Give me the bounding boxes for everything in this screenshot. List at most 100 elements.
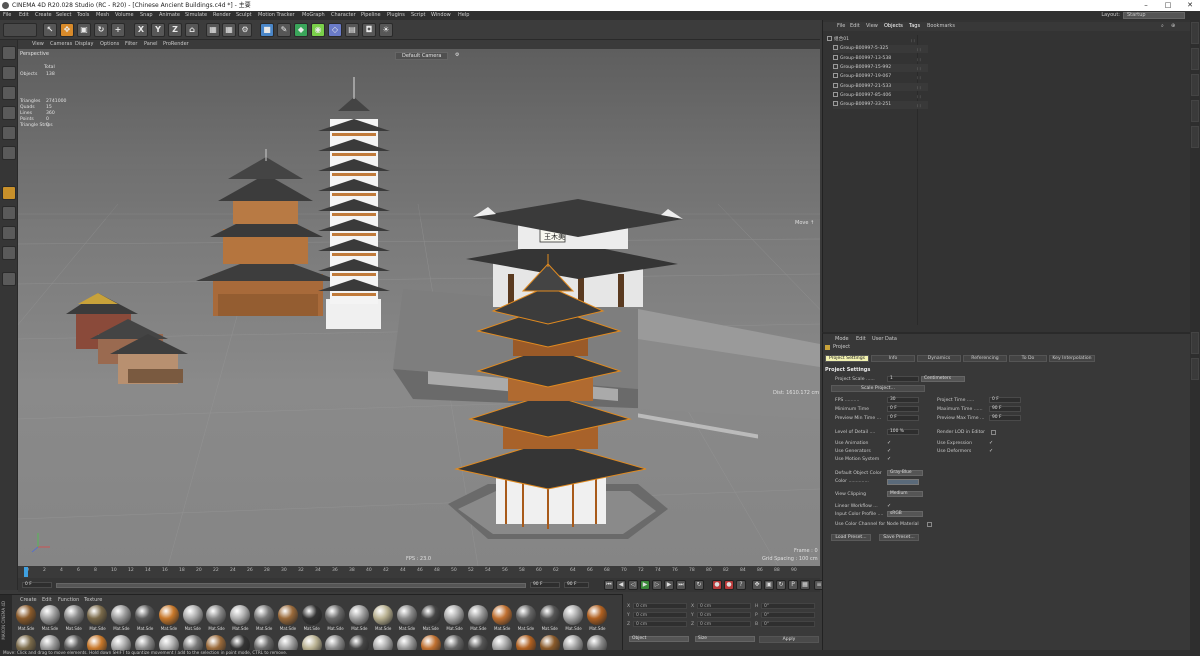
menu-animate[interactable]: Animate <box>159 11 180 20</box>
menu-plugins[interactable]: Plugins <box>387 11 405 20</box>
apply-button[interactable]: Apply <box>759 636 819 643</box>
menu-character[interactable]: Character <box>331 11 356 20</box>
viewport-menu-panel[interactable]: Panel <box>144 40 158 49</box>
record-icon[interactable]: ● <box>712 580 722 590</box>
coord-value-field[interactable]: 0° <box>761 603 815 609</box>
view-clipping-select[interactable]: Medium <box>887 491 923 497</box>
range-slider[interactable] <box>56 583 526 588</box>
material-swatch[interactable] <box>396 605 417 625</box>
axis-x-button[interactable]: X <box>134 23 148 37</box>
end2-frame-field[interactable]: 90 F <box>564 582 589 588</box>
mat-menu-function[interactable]: Function <box>58 597 79 603</box>
menu-volume[interactable]: Volume <box>115 11 134 20</box>
object-row[interactable]: Group-B00997-5-325 ⁝ ⁝ <box>833 45 928 54</box>
material-swatch[interactable] <box>230 605 251 625</box>
max-time-field[interactable]: 90 F <box>989 406 1021 412</box>
coord-value-field[interactable]: 0 cm <box>697 603 751 609</box>
object-row[interactable]: Group-B00997-19-067 ⁝ ⁝ <box>833 73 928 81</box>
visibility-dots-icon[interactable]: ⁝ ⁝ <box>917 74 921 82</box>
menu-help[interactable]: Help <box>458 11 469 20</box>
timeline-ruler[interactable]: 0246810121416182022242628303234363840424… <box>18 566 820 578</box>
tab-dynamics[interactable]: Dynamics <box>917 355 961 362</box>
texture-mode-icon[interactable] <box>2 86 16 100</box>
light-icon[interactable]: ☀ <box>379 23 393 37</box>
material-swatch[interactable] <box>325 605 346 625</box>
use-expression-checkbox[interactable]: ✓ <box>989 440 993 446</box>
material-swatch[interactable] <box>63 605 84 625</box>
key-param-icon[interactable]: P <box>788 580 798 590</box>
input-profile-select[interactable]: sRGB <box>887 511 923 517</box>
preview-min-field[interactable]: 0 F <box>887 415 919 421</box>
visibility-dots-icon[interactable]: ⁝ ⁝ <box>917 102 921 110</box>
next-key-icon[interactable]: ▶ <box>664 580 674 590</box>
attr-menu-mode[interactable]: Mode <box>835 335 849 343</box>
menu-edit[interactable]: Edit <box>19 11 29 20</box>
use-color-channel-checkbox[interactable] <box>927 522 932 527</box>
visibility-dots-icon[interactable]: ⁝ ⁝ <box>917 65 921 73</box>
menu-window[interactable]: Window <box>431 11 451 20</box>
key-pla-icon[interactable]: ▦ <box>800 580 810 590</box>
menu-select[interactable]: Select <box>56 11 71 20</box>
mat-menu-edit[interactable]: Edit <box>42 597 52 603</box>
viewport-menu-options[interactable]: Options <box>100 40 119 49</box>
coord-value-field[interactable]: 0 cm <box>633 612 687 618</box>
mat-menu-texture[interactable]: Texture <box>84 597 102 603</box>
key-position-icon[interactable]: ✥ <box>752 580 762 590</box>
menu-pipeline[interactable]: Pipeline <box>361 11 381 20</box>
render-view-icon[interactable]: ▦ <box>206 23 220 37</box>
menu-create[interactable]: Create <box>35 11 52 20</box>
menu-render[interactable]: Render <box>213 11 231 20</box>
render-picture-viewer-icon[interactable]: ▦ <box>222 23 236 37</box>
visibility-dots-icon[interactable]: ⁝ ⁝ <box>917 84 921 92</box>
viewport-menu-cameras[interactable]: Cameras <box>50 40 72 49</box>
material-swatch[interactable] <box>301 605 322 625</box>
menu-snap[interactable]: Snap <box>140 11 153 20</box>
visibility-dots-icon[interactable]: ⁝ ⁝ <box>911 37 915 45</box>
menu-script[interactable]: Script <box>411 11 426 20</box>
material-swatch[interactable] <box>444 605 465 625</box>
material-swatch[interactable] <box>16 605 36 625</box>
material-swatch[interactable] <box>254 605 274 625</box>
subdivision-surface-icon[interactable]: ◆ <box>294 23 308 37</box>
attributes-tab[interactable] <box>1191 332 1199 354</box>
edges-mode-icon[interactable] <box>2 146 16 160</box>
material-swatch[interactable] <box>158 605 179 625</box>
prev-frame-icon[interactable]: ◁ <box>628 580 638 590</box>
material-swatch[interactable] <box>587 605 608 625</box>
live-selection-icon[interactable]: ↖ <box>43 23 57 37</box>
maximize-button[interactable]: □ <box>1158 0 1178 11</box>
scale-tool-icon[interactable]: ▣ <box>77 23 91 37</box>
perspective-viewport[interactable]: 王木美 Perspective Default Camera ⚙ Move ↑ … <box>18 49 820 566</box>
axis-z-button[interactable]: Z <box>168 23 182 37</box>
polygons-mode-icon[interactable] <box>2 186 16 200</box>
pen-spline-icon[interactable]: ✎ <box>277 23 291 37</box>
loop-icon[interactable]: ↻ <box>694 580 704 590</box>
recent-tools-icon[interactable]: + <box>111 23 125 37</box>
obj-menu-bookmarks[interactable]: Bookmarks <box>927 22 955 31</box>
attr-menu-edit[interactable]: Edit <box>856 335 866 343</box>
tab-info[interactable]: Info <box>871 355 915 362</box>
goto-start-icon[interactable]: ⏮ <box>604 580 614 590</box>
object-row[interactable]: Group-B00997-15-992 ⁝ ⁝ <box>833 63 928 73</box>
end-frame-field[interactable]: 90 F <box>530 582 560 588</box>
use-motion-checkbox[interactable]: ✓ <box>887 456 891 462</box>
menu-mograph[interactable]: MoGraph <box>302 11 325 20</box>
structure-tab[interactable] <box>1191 100 1199 122</box>
use-generators-checkbox[interactable]: ✓ <box>887 448 891 454</box>
autokey-icon[interactable]: ● <box>724 580 734 590</box>
coord-mode-select[interactable]: Object <box>629 636 689 642</box>
model-mode-icon[interactable] <box>2 66 16 80</box>
use-animation-checkbox[interactable]: ✓ <box>887 440 891 446</box>
viewport-menu-prorender[interactable]: ProRender <box>163 40 189 49</box>
material-swatch[interactable] <box>563 605 584 625</box>
lod-field[interactable]: 100 % <box>887 429 919 435</box>
move-tool-icon[interactable]: ✥ <box>60 23 74 37</box>
prev-key-icon[interactable]: ◀ <box>616 580 626 590</box>
coord-size-select[interactable]: Size <box>695 636 755 642</box>
object-row[interactable]: Group-B00997-85-406 ⁝ ⁝ <box>833 91 928 100</box>
default-color-select[interactable]: Gray-Blue <box>887 470 923 476</box>
snapping-icon[interactable] <box>2 226 16 240</box>
object-row[interactable]: Group-B00997-21-533 ⁝ ⁝ <box>833 82 928 92</box>
menu-simulate[interactable]: Simulate <box>185 11 207 20</box>
key-rotation-icon[interactable]: ↻ <box>776 580 786 590</box>
